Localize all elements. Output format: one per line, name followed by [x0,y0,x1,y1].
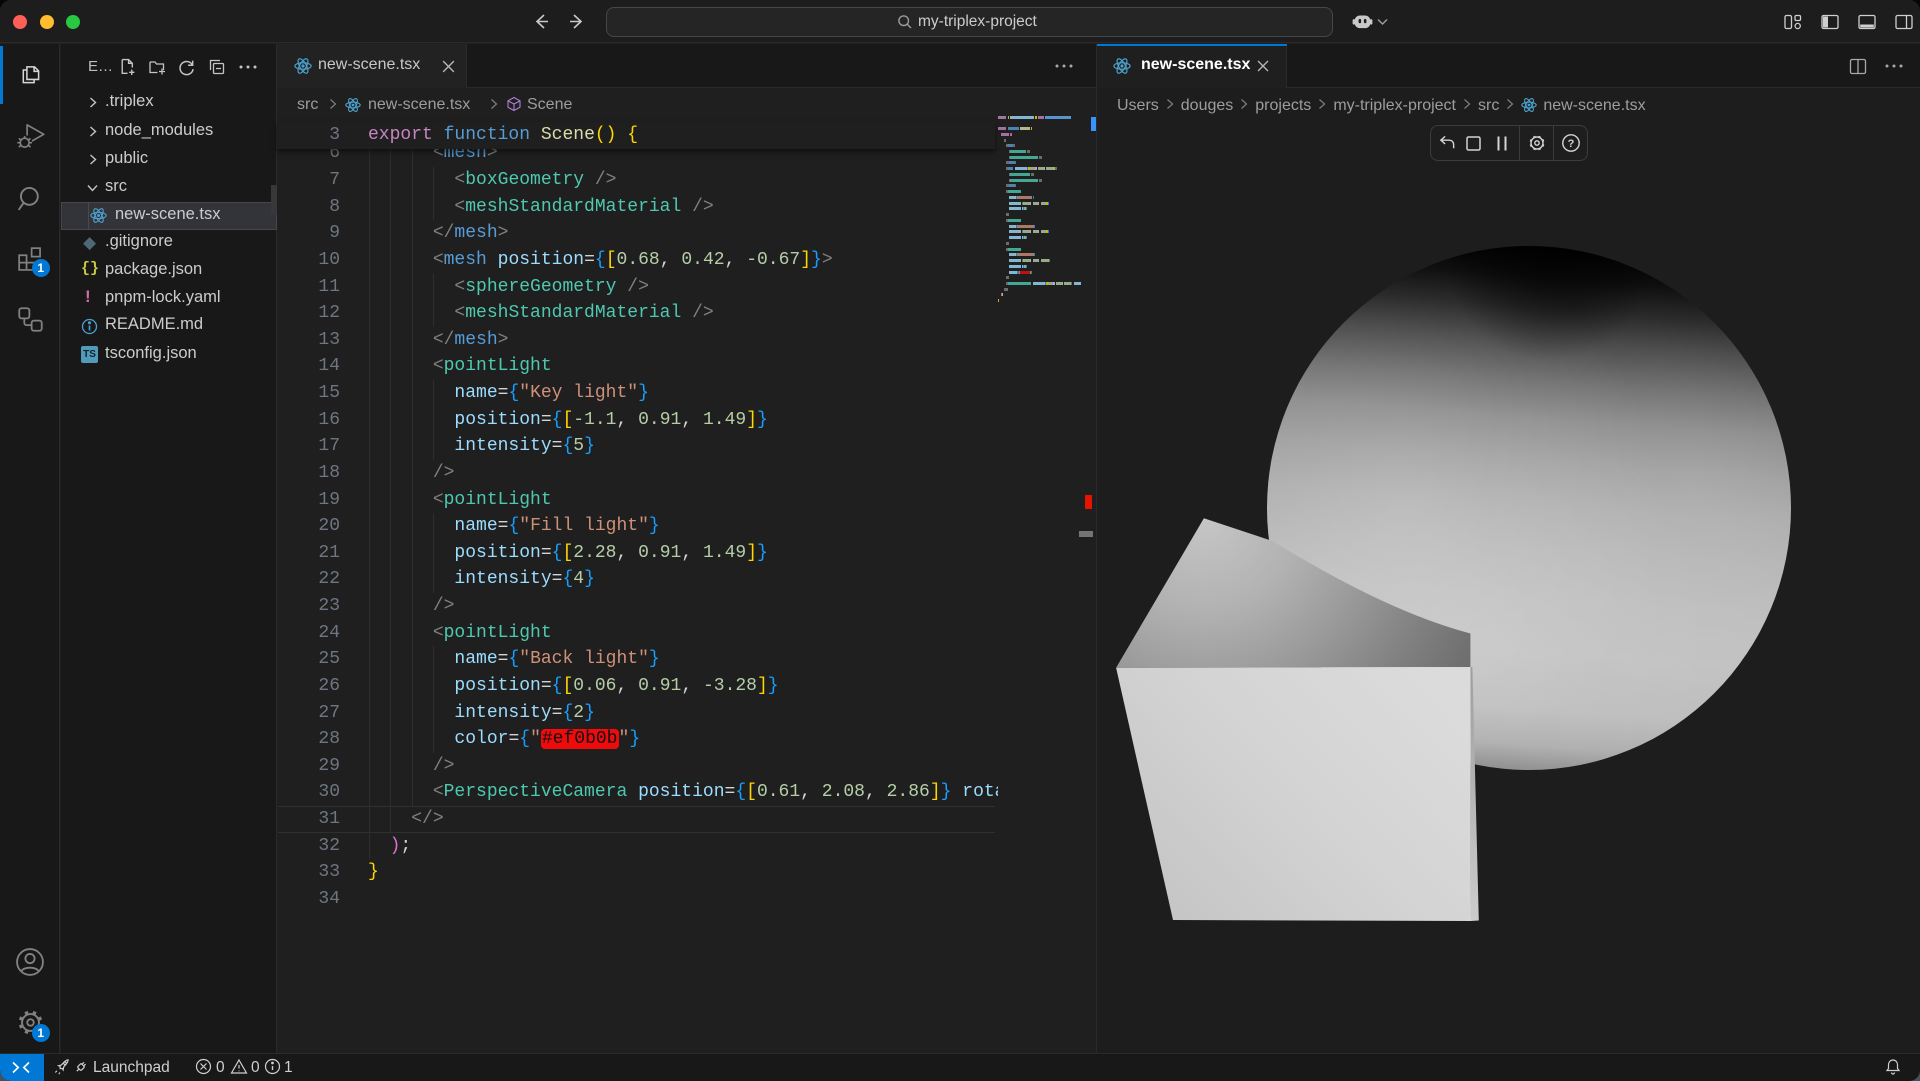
svg-text:?: ? [1568,138,1575,150]
